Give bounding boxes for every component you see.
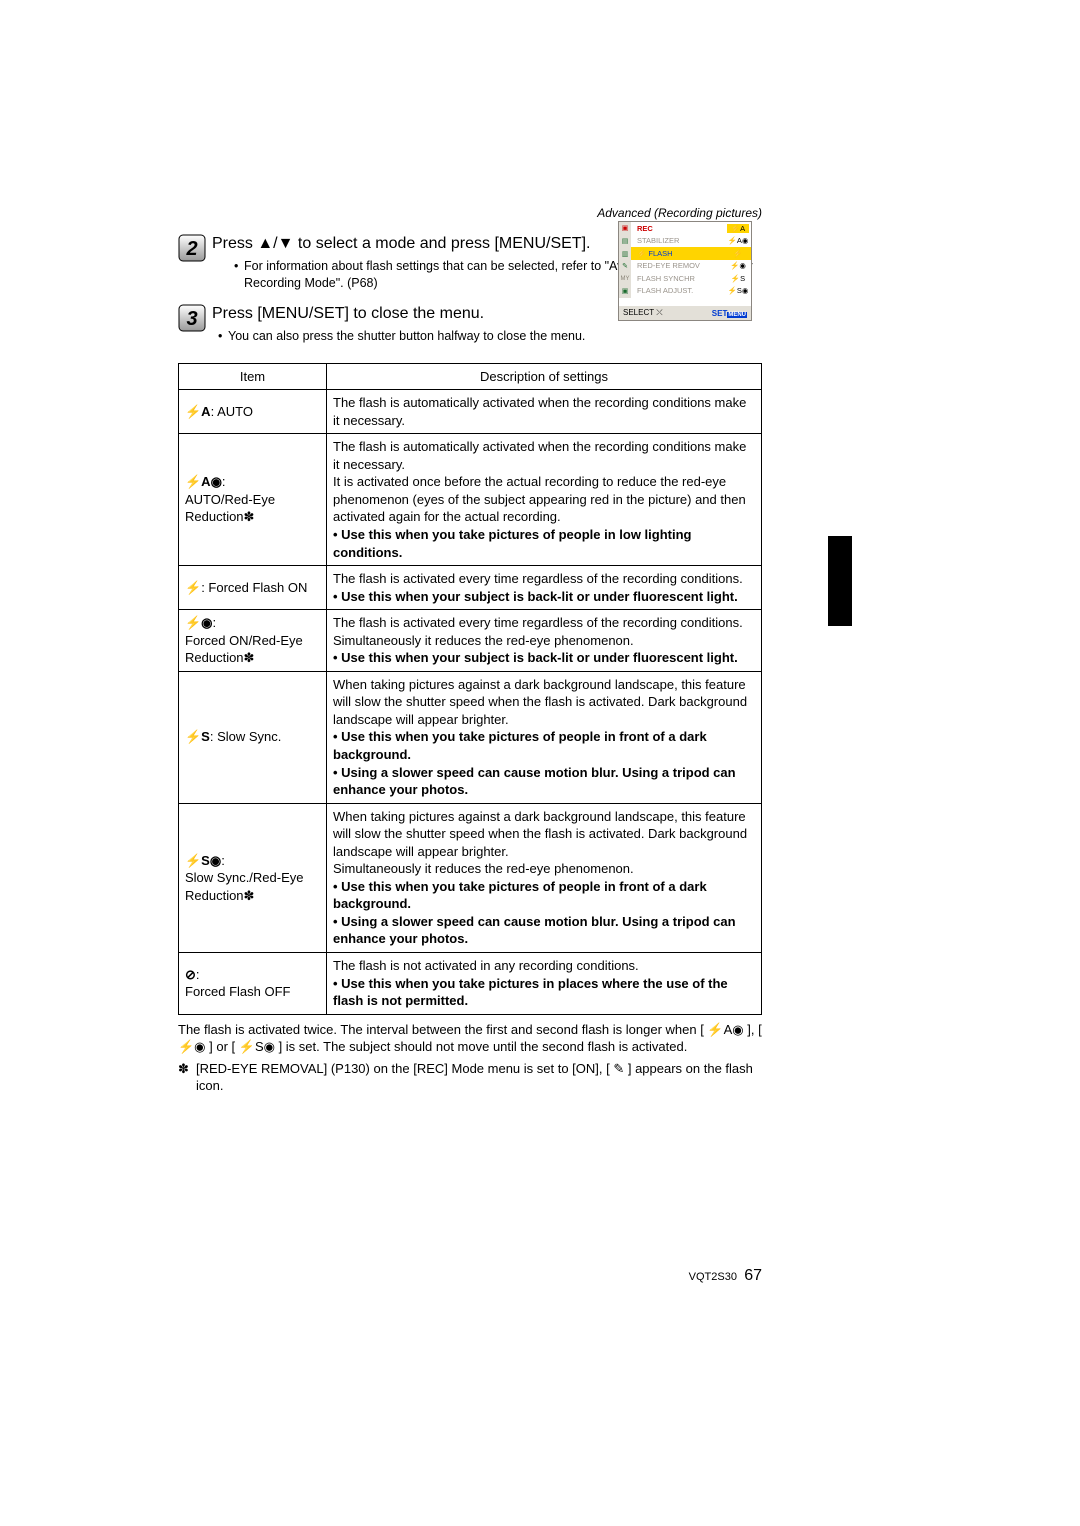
lcd-row-label: RED-EYE REMOV — [633, 261, 727, 270]
desc-cell: The flash is not activated in any record… — [327, 953, 762, 1015]
lcd-row-value: ⚡S◉ — [727, 286, 749, 295]
desc-cell: The flash is automatically activated whe… — [327, 390, 762, 434]
flash-mode-icon: ⚡◉ — [185, 615, 213, 630]
lcd-row: FLASH SYNCHR⚡S — [631, 272, 751, 285]
desc-cell: The flash is activated every time regard… — [327, 566, 762, 610]
table-row: ⚡A: AUTOThe flash is automatically activ… — [179, 390, 762, 434]
desc-cell: When taking pictures against a dark back… — [327, 803, 762, 952]
item-cell: ⚡A: AUTO — [179, 390, 327, 434]
play-icon: ▣ — [622, 288, 629, 295]
lcd-row: RED-EYE REMOV⚡◉ — [631, 260, 751, 273]
th-item: Item — [179, 363, 327, 390]
lcd-row-value: ⚡◉ — [727, 261, 749, 270]
table-row: ⚡: Forced Flash ONThe flash is activated… — [179, 566, 762, 610]
item-cell: ⚡A◉:AUTO/Red-Eye Reduction✽ — [179, 434, 327, 566]
lcd-title-row: REC ⚡A — [631, 222, 751, 235]
flash-settings-table: Item Description of settings ⚡A: AUTOThe… — [178, 363, 762, 1015]
step-3-icon: 3 — [178, 304, 206, 332]
flash-mode-icon: ⚡A — [185, 404, 211, 419]
edge-tab — [828, 536, 852, 626]
item-cell: ⚡◉:Forced ON/Red-Eye Reduction✽ — [179, 610, 327, 672]
svg-text:3: 3 — [186, 308, 197, 330]
lcd-row-value: ⚡S — [727, 274, 749, 283]
flash-mode-icon: ⚡S — [185, 729, 210, 744]
lcd-row: ⚡ FLASH⚡ — [631, 247, 751, 260]
footnote-star-text: [RED-EYE REMOVAL] (P130) on the [REC] Mo… — [196, 1060, 762, 1095]
desc-bullet: • Use this when you take pictures in pla… — [333, 976, 728, 1009]
table-row: ⚡A◉:AUTO/Red-Eye Reduction✽The flash is … — [179, 434, 762, 566]
desc-cell: The flash is automatically activated whe… — [327, 434, 762, 566]
flash-mode-icon: ⚡S◉ — [185, 853, 221, 868]
desc-bullet: • Use this when your subject is back-lit… — [333, 650, 738, 665]
table-row: ⚡S: Slow Sync.When taking pictures again… — [179, 671, 762, 803]
svg-text:2: 2 — [185, 238, 197, 260]
table-row: ⊘:Forced Flash OFFThe flash is not activ… — [179, 953, 762, 1015]
item-cell: ⚡S: Slow Sync. — [179, 671, 327, 803]
my-icon: MY — [621, 276, 630, 282]
desc-bullet: • Using a slower speed can cause motion … — [333, 914, 736, 947]
section-header: Advanced (Recording pictures) — [178, 206, 762, 220]
manual-page: Advanced (Recording pictures) 2 Press ▲/… — [178, 206, 762, 1095]
flash-mode-icon: ⚡A◉ — [185, 474, 222, 489]
lcd-row-label: FLASH SYNCHR — [633, 274, 727, 283]
page-number: VQT2S30 67 — [689, 1267, 762, 1285]
film-icon: ▤ — [622, 238, 629, 245]
desc-bullet: • Use this when you take pictures of peo… — [333, 729, 707, 762]
lcd-menu: REC ⚡A STABILIZER⚡A◉⚡ FLASH⚡RED-EYE REMO… — [631, 222, 751, 298]
step-3-bullet: You can also press the shutter button ha… — [218, 328, 762, 345]
lcd-row-value: ⚡A◉ — [727, 236, 749, 245]
camera-icon: ▣ — [622, 225, 629, 232]
step-2-icon: 2 — [178, 234, 206, 262]
lcd-footer: SELECT ⤬ SETMENU — [619, 306, 751, 320]
desc-cell: When taking pictures against a dark back… — [327, 671, 762, 803]
flash-mode-icon: ⊘ — [185, 967, 196, 982]
lcd-select-label: SELECT ⤬ — [623, 308, 663, 318]
lcd-row-label: STABILIZER — [633, 236, 727, 245]
desc-bullet: • Use this when you take pictures of peo… — [333, 879, 707, 912]
desc-bullet: • Use this when your subject is back-lit… — [333, 589, 738, 604]
lcd-sidebar: ▣ ▤ ▥ ✎ MY ▣ — [619, 222, 631, 298]
item-cell: ⚡S◉:Slow Sync./Red-Eye Reduction✽ — [179, 803, 327, 952]
footnote-main: The flash is activated twice. The interv… — [178, 1021, 762, 1056]
desc-bullet: • Using a slower speed can cause motion … — [333, 765, 736, 798]
lcd-row-value: ⚡ — [727, 249, 749, 258]
th-desc: Description of settings — [327, 363, 762, 390]
camera-lcd: ▣ ▤ ▥ ✎ MY ▣ REC ⚡A STABILIZER⚡A◉⚡ FLASH… — [618, 221, 752, 321]
lcd-row-label: FLASH ADJUST. — [633, 286, 727, 295]
desc-cell: The flash is activated every time regard… — [327, 610, 762, 672]
table-row: ⚡◉:Forced ON/Red-Eye Reduction✽The flash… — [179, 610, 762, 672]
desc-bullet: • Use this when you take pictures of peo… — [333, 527, 691, 560]
item-cell: ⚡: Forced Flash ON — [179, 566, 327, 610]
tool-icon: ✎ — [622, 263, 628, 270]
lcd-set-label: SETMENU — [712, 309, 747, 318]
flash-mode-icon: ⚡ — [185, 580, 201, 595]
card-icon: ▥ — [622, 251, 629, 258]
item-cell: ⊘:Forced Flash OFF — [179, 953, 327, 1015]
lcd-row: FLASH ADJUST.⚡S◉ — [631, 285, 751, 298]
lcd-row: STABILIZER⚡A◉ — [631, 235, 751, 248]
footnote-star-icon: ✽ — [178, 1060, 196, 1095]
table-row: ⚡S◉:Slow Sync./Red-Eye Reduction✽When ta… — [179, 803, 762, 952]
lcd-row-label: ⚡ FLASH — [633, 249, 727, 258]
